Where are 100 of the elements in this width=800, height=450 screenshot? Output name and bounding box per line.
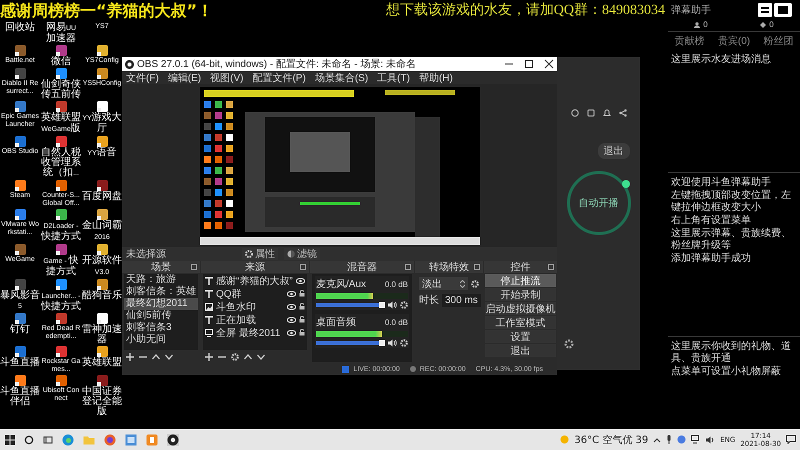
scene-item[interactable]: 小助无间 <box>124 334 198 346</box>
microphone-icon[interactable] <box>666 435 672 444</box>
slider-handle[interactable] <box>379 340 385 346</box>
lock-icon[interactable] <box>299 316 305 323</box>
app-icon[interactable] <box>14 68 26 79</box>
eye-icon[interactable] <box>296 278 305 284</box>
eye-icon[interactable] <box>287 330 296 336</box>
undock-icon[interactable] <box>300 264 306 270</box>
menu-item[interactable]: 配置文件(P) <box>252 70 306 84</box>
app-icon[interactable] <box>56 346 66 357</box>
app-icon[interactable] <box>96 279 108 290</box>
browser-icon[interactable] <box>62 434 74 446</box>
speaker-icon[interactable] <box>706 436 716 444</box>
auto-start-button[interactable]: 自动开播 <box>566 171 630 235</box>
speaker-icon[interactable] <box>388 301 397 309</box>
scene-item[interactable]: 最终幻想2011 <box>124 298 198 310</box>
source-item[interactable]: QQ群 <box>216 286 284 300</box>
panel-tab[interactable]: 粉丝团 <box>763 34 794 48</box>
app-icon[interactable] <box>14 313 26 324</box>
app-icon[interactable] <box>96 180 108 191</box>
app-icon[interactable] <box>56 209 66 220</box>
exit-button[interactable]: 退出 <box>598 143 630 159</box>
app-icon[interactable] <box>96 346 108 357</box>
panel-tab[interactable]: 贵宾(0) <box>718 34 750 48</box>
transition-dropdown[interactable]: 淡出 <box>419 277 468 290</box>
properties-button[interactable]: 属性 <box>242 248 278 260</box>
app-icon[interactable] <box>56 244 66 255</box>
speaker-icon[interactable] <box>388 339 397 347</box>
app-icon[interactable] <box>14 346 26 357</box>
source-item[interactable]: 全屏 最终2011 <box>216 326 284 340</box>
app-icon[interactable] <box>56 101 66 112</box>
app-icon[interactable] <box>56 279 66 290</box>
task-view-icon[interactable] <box>43 434 53 444</box>
app-icon[interactable] <box>14 209 26 220</box>
undock-icon[interactable] <box>548 264 554 270</box>
eye-icon[interactable] <box>287 316 296 322</box>
obs-logo-icon[interactable] <box>167 434 179 446</box>
menu-item[interactable]: 帮助(H) <box>418 70 453 84</box>
app-icon[interactable] <box>96 101 108 112</box>
maximize-icon[interactable] <box>524 59 534 69</box>
gear-icon[interactable] <box>564 339 574 349</box>
share-icon[interactable] <box>618 109 626 117</box>
scene-item[interactable]: 仙剑5前传 <box>124 310 198 322</box>
app-icon[interactable] <box>56 180 66 191</box>
lock-icon[interactable] <box>299 329 305 336</box>
weather-text[interactable]: 36°C 空气优 39 <box>574 432 648 446</box>
add-icon[interactable] <box>205 353 213 361</box>
app-icon[interactable] <box>56 68 66 79</box>
app-icon[interactable] <box>14 45 26 56</box>
source-item[interactable]: 感谢“养猫的大叔” <box>216 274 293 288</box>
app-icon[interactable] <box>14 101 26 112</box>
app-icon[interactable] <box>14 244 26 255</box>
circle-icon[interactable] <box>570 109 578 117</box>
app-icon[interactable] <box>96 375 108 386</box>
menu-item[interactable]: 工具(T) <box>377 70 410 84</box>
undock-icon[interactable] <box>474 264 480 270</box>
control-button[interactable]: 工作室模式 <box>485 316 556 329</box>
gear-icon[interactable] <box>400 339 408 347</box>
search-icon[interactable] <box>24 434 34 444</box>
gear-icon[interactable] <box>400 301 408 309</box>
menu-item[interactable]: 视图(V) <box>210 70 244 84</box>
move-up-icon[interactable] <box>152 353 160 361</box>
panel-tab[interactable]: 贡献榜 <box>674 34 705 48</box>
square-icon[interactable] <box>586 109 594 117</box>
control-button[interactable]: 退出 <box>485 344 556 357</box>
bell-icon[interactable] <box>602 109 610 117</box>
app-icon[interactable] <box>96 136 108 147</box>
control-button[interactable]: 启动虚拟摄像机 <box>485 302 556 315</box>
app-icon[interactable] <box>56 375 66 386</box>
duration-field[interactable]: 300 ms <box>442 294 481 306</box>
gear-icon[interactable] <box>471 280 479 288</box>
app-icon[interactable] <box>96 45 108 56</box>
control-button[interactable]: 开始录制 <box>485 288 556 301</box>
close-icon[interactable] <box>544 59 554 69</box>
app-icon[interactable] <box>96 244 108 255</box>
menu-item[interactable]: 文件(F) <box>126 70 159 84</box>
volume-slider[interactable] <box>316 303 385 307</box>
menu-item[interactable]: 编辑(E) <box>168 70 202 84</box>
slider-handle[interactable] <box>379 302 385 308</box>
move-down-icon[interactable] <box>257 353 265 361</box>
source-item[interactable]: 正在加载 <box>216 312 284 326</box>
scene-item[interactable]: 刺客信条：英雄 <box>124 286 198 298</box>
app-icon[interactable] <box>56 136 66 147</box>
add-icon[interactable] <box>126 353 134 361</box>
move-down-icon[interactable] <box>165 353 173 361</box>
lock-icon[interactable] <box>299 290 305 297</box>
undock-icon[interactable] <box>191 264 197 270</box>
network-icon[interactable] <box>691 435 702 444</box>
app-icon[interactable] <box>96 313 108 324</box>
app-icon[interactable] <box>14 136 26 147</box>
notification-icon[interactable] <box>786 435 796 444</box>
volume-slider[interactable] <box>316 341 385 345</box>
undock-icon[interactable] <box>405 264 411 270</box>
eye-icon[interactable] <box>287 304 296 310</box>
menu-item[interactable]: 场景集合(S) <box>314 70 368 84</box>
source-item[interactable]: 斗鱼水印 <box>216 300 284 314</box>
control-button[interactable]: 设置 <box>485 330 556 343</box>
app-icon[interactable] <box>56 45 66 56</box>
windows-icon[interactable] <box>5 434 15 444</box>
gear-icon[interactable] <box>231 353 239 361</box>
